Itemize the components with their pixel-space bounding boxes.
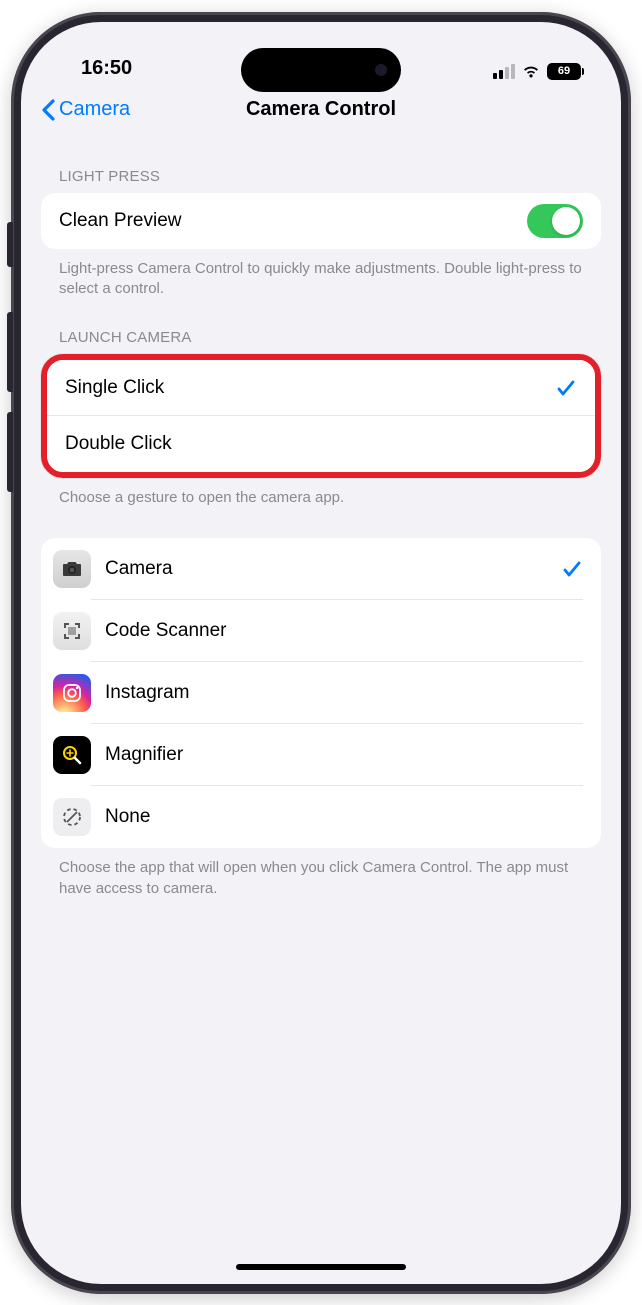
side-button	[7, 222, 13, 267]
back-label: Camera	[59, 98, 130, 121]
app-option-code-scanner[interactable]: Code Scanner	[41, 600, 601, 662]
option-single-click[interactable]: Single Click	[47, 360, 595, 416]
camera-app-icon	[53, 550, 91, 588]
clean-preview-toggle[interactable]	[527, 204, 583, 238]
page-title: Camera Control	[246, 98, 396, 121]
side-button	[7, 312, 13, 392]
option-label: Double Click	[65, 433, 577, 455]
app-option-camera[interactable]: Camera	[41, 538, 601, 600]
app-label: Magnifier	[91, 744, 583, 766]
app-label: None	[91, 806, 583, 828]
cellular-signal-icon	[493, 64, 515, 79]
app-label: Camera	[91, 558, 561, 580]
wifi-icon	[521, 64, 541, 79]
status-indicators: 69	[493, 63, 581, 80]
clean-preview-label: Clean Preview	[59, 210, 527, 232]
app-option-instagram[interactable]: Instagram	[41, 662, 601, 724]
launch-camera-card: Single Click Double Click	[47, 360, 595, 472]
code-scanner-app-icon	[53, 612, 91, 650]
clean-preview-row[interactable]: Clean Preview	[41, 193, 601, 249]
settings-content: LIGHT PRESS Clean Preview Light-press Ca…	[21, 138, 621, 899]
app-option-magnifier[interactable]: Magnifier	[41, 724, 601, 786]
chevron-left-icon	[41, 99, 55, 121]
none-app-icon	[53, 798, 91, 836]
screen: 16:50 69 Camera Camera Control LIGHT PRE…	[21, 22, 621, 1284]
app-list-footer: Choose the app that will open when you c…	[41, 848, 601, 899]
checkmark-icon	[555, 377, 577, 399]
launch-camera-footer: Choose a gesture to open the camera app.	[41, 478, 601, 508]
app-option-none[interactable]: None	[41, 786, 601, 848]
back-button[interactable]: Camera	[41, 98, 130, 121]
home-indicator[interactable]	[236, 1264, 406, 1270]
battery-icon: 69	[547, 63, 581, 80]
option-label: Single Click	[65, 377, 555, 399]
section-header-light-press: LIGHT PRESS	[41, 148, 601, 193]
light-press-card: Clean Preview	[41, 193, 601, 249]
instagram-app-icon	[53, 674, 91, 712]
app-list-card: Camera Code Scanner	[41, 538, 601, 848]
checkmark-icon	[561, 558, 583, 580]
app-label: Code Scanner	[91, 620, 583, 642]
side-button	[7, 412, 13, 492]
annotation-highlight: Single Click Double Click	[41, 354, 601, 478]
status-time: 16:50	[61, 57, 132, 80]
light-press-footer: Light-press Camera Control to quickly ma…	[41, 249, 601, 300]
dynamic-island	[241, 48, 401, 92]
magnifier-app-icon	[53, 736, 91, 774]
app-label: Instagram	[91, 682, 583, 704]
phone-frame: 16:50 69 Camera Camera Control LIGHT PRE…	[11, 12, 631, 1294]
option-double-click[interactable]: Double Click	[47, 416, 595, 472]
section-header-launch-camera: LAUNCH CAMERA	[41, 299, 601, 354]
